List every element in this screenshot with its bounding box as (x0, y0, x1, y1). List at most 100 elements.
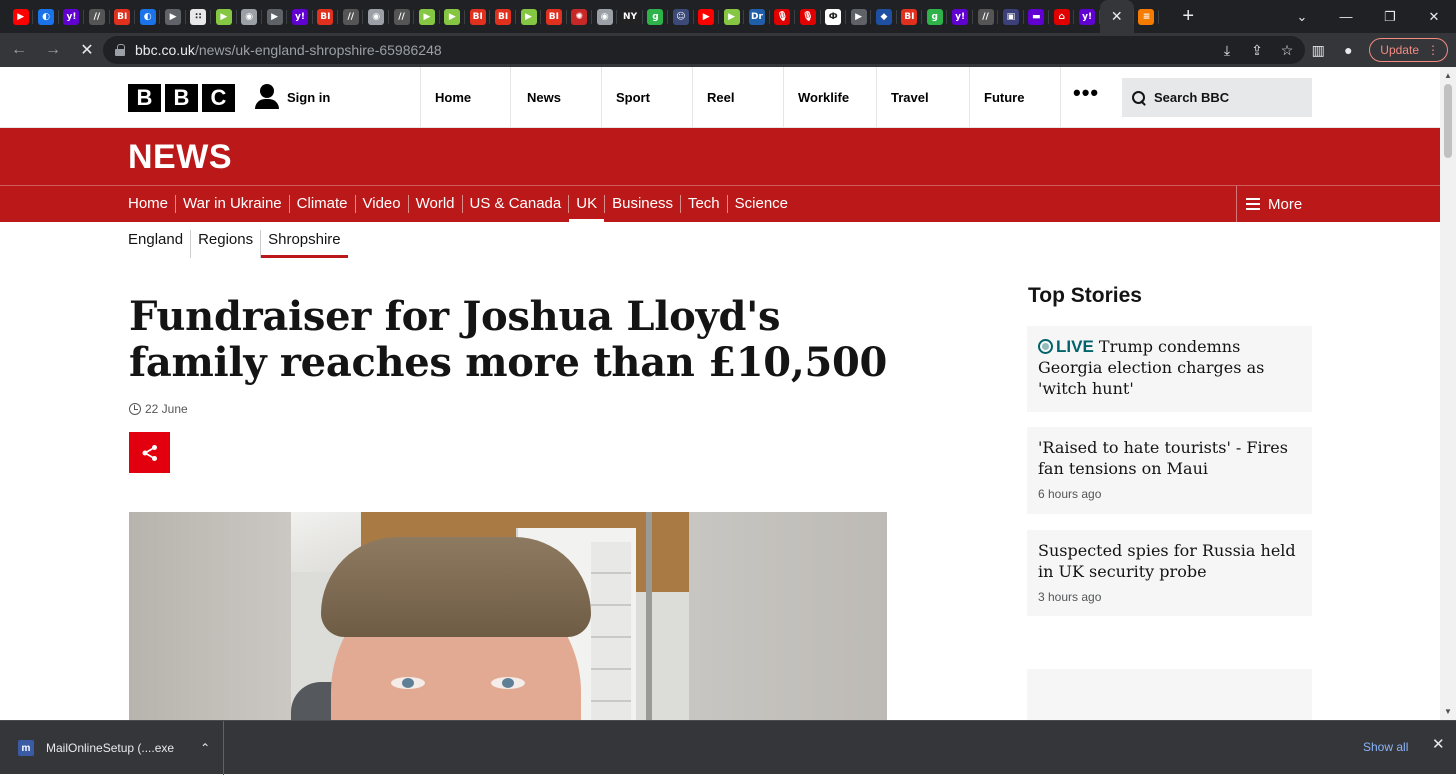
scroll-down-icon[interactable]: ▼ (1444, 707, 1452, 716)
bookmark-star-icon[interactable]: ☆ (1277, 42, 1297, 59)
share-page-icon[interactable]: ⇪ (1247, 42, 1267, 59)
browser-tab[interactable]: ▶ (414, 0, 441, 33)
bbc-logo[interactable]: B B C (128, 84, 235, 112)
browser-tab[interactable]: y! (59, 0, 85, 33)
browser-tab[interactable]: ▣ (998, 0, 1025, 33)
news-nav-item[interactable]: Tech (681, 195, 728, 213)
tab-search-icon[interactable]: ⌄ (1280, 0, 1324, 33)
restore-icon[interactable]: ❐ (1368, 0, 1412, 33)
more-dots-icon[interactable]: ••• (1060, 67, 1110, 128)
topnav-sport[interactable]: Sport (601, 67, 692, 128)
back-icon[interactable]: ← (4, 35, 34, 65)
breadcrumb-item[interactable]: Shropshire (261, 230, 348, 258)
browser-tab[interactable]: ▶ (8, 0, 34, 33)
browser-tab[interactable]: BI (313, 0, 339, 33)
close-downloads-icon[interactable]: ✕ (1432, 735, 1445, 753)
topnav-future[interactable]: Future (969, 67, 1060, 128)
browser-tab[interactable]: BI (465, 0, 491, 33)
news-wordmark[interactable]: NEWS (128, 138, 232, 177)
browser-tab[interactable]: BI (897, 0, 923, 33)
minimize-icon[interactable]: — (1324, 0, 1368, 33)
browser-tab[interactable]: BI (490, 0, 517, 33)
browser-tab[interactable]: ∷ (186, 0, 212, 33)
browser-tab[interactable]: ▶ (846, 0, 872, 33)
top-story-card[interactable]: Suspected spies for Russia held in UK se… (1027, 530, 1312, 616)
close-icon[interactable]: ✕ (1111, 8, 1123, 25)
news-nav-item[interactable]: Science (728, 195, 795, 213)
browser-tab[interactable]: Dr (744, 0, 771, 33)
browser-tab[interactable]: ▶ (719, 0, 745, 33)
stop-loading-icon[interactable]: ✕ (72, 35, 102, 65)
browser-tab[interactable]: ⌂ (1049, 0, 1075, 33)
page-scrollbar[interactable]: ▲ ▼ (1440, 67, 1456, 720)
active-browser-tab[interactable]: ✕ (1099, 0, 1134, 33)
scrollbar-thumb[interactable] (1444, 84, 1452, 158)
news-nav-item[interactable]: US & Canada (463, 195, 570, 213)
side-panel-icon[interactable]: ▥ (1303, 42, 1333, 59)
share-button[interactable] (129, 432, 170, 473)
browser-tab[interactable]: ▬ (1024, 0, 1050, 33)
top-story-card[interactable]: LIVE Trump condemns Georgia election cha… (1027, 326, 1312, 412)
news-nav-item[interactable]: Video (356, 195, 409, 213)
topnav-reel[interactable]: Reel (692, 67, 783, 128)
browser-tab[interactable]: ▶ (262, 0, 288, 33)
news-nav-item[interactable]: War in Ukraine (176, 195, 290, 213)
close-window-icon[interactable]: ✕ (1412, 0, 1456, 33)
news-nav-item[interactable]: UK (569, 195, 606, 223)
browser-tab[interactable]: // (973, 0, 999, 33)
browser-tab[interactable]: BI (541, 0, 567, 33)
install-app-icon[interactable]: ⤓ (1217, 42, 1237, 59)
show-all-downloads-link[interactable]: Show all (1363, 740, 1408, 754)
browser-tab[interactable]: g (922, 0, 948, 33)
chevron-up-icon[interactable]: ⌃ (200, 741, 210, 755)
browser-tab[interactable]: ☺ (668, 0, 694, 33)
browser-tab[interactable]: ▶ (694, 0, 720, 33)
topnav-worklife[interactable]: Worklife (783, 67, 876, 128)
browser-tab[interactable]: ▶ (160, 0, 187, 33)
news-nav-item[interactable]: Business (605, 195, 681, 213)
topnav-travel[interactable]: Travel (876, 67, 969, 128)
browser-tab[interactable]: ≡ (1134, 0, 1160, 33)
browser-tab[interactable]: ◐ (135, 0, 161, 33)
sign-in-link[interactable]: Sign in (255, 84, 330, 110)
browser-tab[interactable]: // (338, 0, 364, 33)
browser-tab[interactable]: NY (617, 0, 644, 33)
profile-icon[interactable]: ● (1333, 42, 1363, 58)
new-tab-icon[interactable]: + (1173, 0, 1203, 33)
browser-tab[interactable]: BI (110, 0, 136, 33)
news-nav-item[interactable]: Climate (290, 195, 356, 213)
news-nav-item[interactable]: Home (128, 195, 177, 213)
update-button[interactable]: Update ⋮ (1369, 38, 1448, 62)
topnav-home[interactable]: Home (420, 67, 510, 128)
browser-tab[interactable]: 🎙 (795, 0, 821, 33)
browser-tab[interactable]: ▶ (516, 0, 542, 33)
top-story-card[interactable]: 'Raised to hate tourists' - Fires fan te… (1027, 427, 1312, 514)
news-nav-item[interactable]: World (409, 195, 463, 213)
browser-tab[interactable]: ✺ (567, 0, 593, 33)
lock-icon[interactable] (115, 44, 125, 56)
browser-tab[interactable]: // (389, 0, 415, 33)
browser-tab[interactable]: ◆ (871, 0, 898, 33)
search-bbc-box[interactable]: Search BBC (1122, 78, 1312, 117)
address-bar[interactable]: bbc.co.uk/news/uk-england-shropshire-659… (103, 36, 1305, 64)
browser-tab[interactable]: ▶ (211, 0, 237, 33)
browser-tab[interactable]: ▶ (440, 0, 466, 33)
browser-tab[interactable]: ◐ (33, 0, 60, 33)
browser-tab[interactable]: g (643, 0, 669, 33)
download-item[interactable]: m MailOnlineSetup (....exe ⌃ (0, 721, 224, 775)
scroll-up-icon[interactable]: ▲ (1444, 71, 1452, 80)
news-more-button[interactable]: More (1236, 186, 1302, 222)
browser-tab[interactable]: // (84, 0, 110, 33)
browser-tab[interactable]: 🎙 (770, 0, 796, 33)
forward-icon[interactable]: → (38, 35, 68, 65)
browser-tab[interactable]: ◉ (237, 0, 263, 33)
browser-tab[interactable]: y! (1074, 0, 1101, 33)
browser-tab[interactable]: Ф (821, 0, 847, 33)
topnav-news[interactable]: News (510, 67, 601, 128)
browser-tab[interactable]: y! (947, 0, 974, 33)
breadcrumb-item[interactable]: England (128, 230, 192, 258)
browser-tab[interactable]: y! (287, 0, 314, 33)
breadcrumb-item[interactable]: Regions (191, 230, 262, 258)
browser-tab[interactable]: ◉ (592, 0, 618, 33)
browser-tab[interactable]: ◉ (363, 0, 390, 33)
